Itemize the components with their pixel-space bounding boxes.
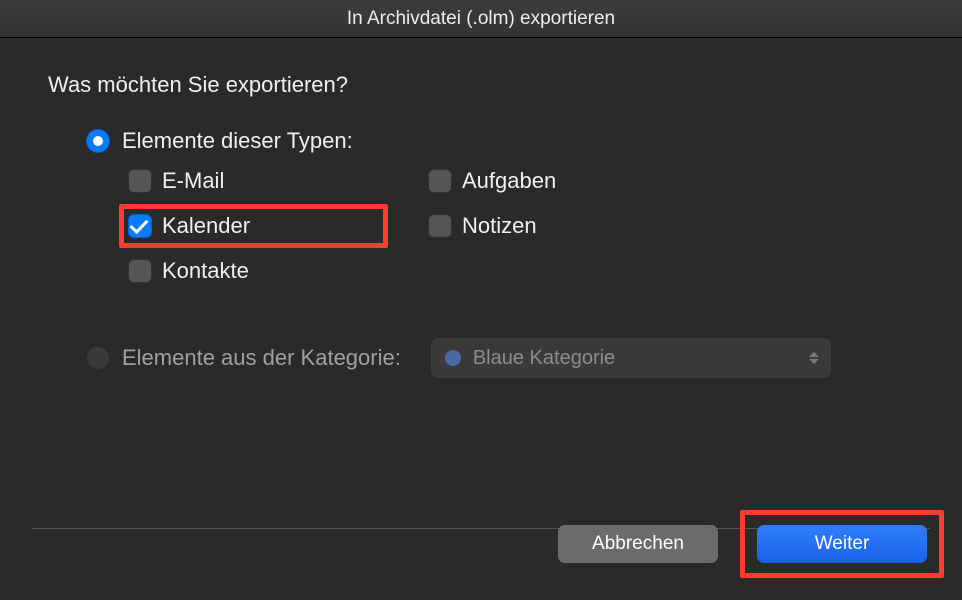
dialog-body: Was möchten Sie exportieren? Elemente di… <box>0 38 962 600</box>
checkbox-contacts-label: Kontakte <box>162 258 249 284</box>
window-title: In Archivdatei (.olm) exportieren <box>347 8 615 30</box>
highlight-calendar: Kalender <box>119 204 388 248</box>
category-dropdown-value: Blaue Kategorie <box>473 347 615 370</box>
category-color-dot-icon <box>445 350 461 366</box>
checkbox-tasks-label: Aufgaben <box>462 168 556 194</box>
cancel-button[interactable]: Abbrechen <box>558 525 718 563</box>
checkbox-icon <box>428 214 452 238</box>
checkbox-notes-label: Notizen <box>462 213 537 239</box>
checkbox-calendar-label: Kalender <box>162 213 250 239</box>
checkbox-icon <box>428 169 452 193</box>
window-titlebar: In Archivdatei (.olm) exportieren <box>0 0 962 38</box>
checkbox-calendar[interactable]: Kalender <box>128 213 375 239</box>
radio-option-types[interactable]: Elemente dieser Typen: <box>86 128 934 154</box>
checkbox-icon <box>128 214 152 238</box>
checkbox-email[interactable]: E-Mail <box>128 168 388 194</box>
radio-types-label: Elemente dieser Typen: <box>122 128 353 154</box>
prompt-text: Was möchten Sie exportieren? <box>48 72 934 98</box>
checkbox-notes[interactable]: Notizen <box>428 204 628 248</box>
checkbox-icon <box>128 259 152 283</box>
next-button-label: Weiter <box>815 533 870 555</box>
checkbox-contacts[interactable]: Kontakte <box>128 258 388 284</box>
checkbox-tasks[interactable]: Aufgaben <box>428 168 628 194</box>
category-dropdown[interactable]: Blaue Kategorie <box>431 338 831 378</box>
checkbox-icon <box>128 169 152 193</box>
radio-category-label: Elemente aus der Kategorie: <box>122 345 401 371</box>
button-row: Abbrechen Weiter <box>558 510 944 578</box>
chevron-updown-icon <box>809 352 819 364</box>
radio-icon <box>86 346 110 370</box>
highlight-next: Weiter <box>740 510 944 578</box>
cancel-button-label: Abbrechen <box>592 533 684 555</box>
next-button[interactable]: Weiter <box>757 525 927 563</box>
radio-icon <box>86 129 110 153</box>
radio-option-category[interactable]: Elemente aus der Kategorie: <box>86 345 401 371</box>
checkbox-email-label: E-Mail <box>162 168 224 194</box>
